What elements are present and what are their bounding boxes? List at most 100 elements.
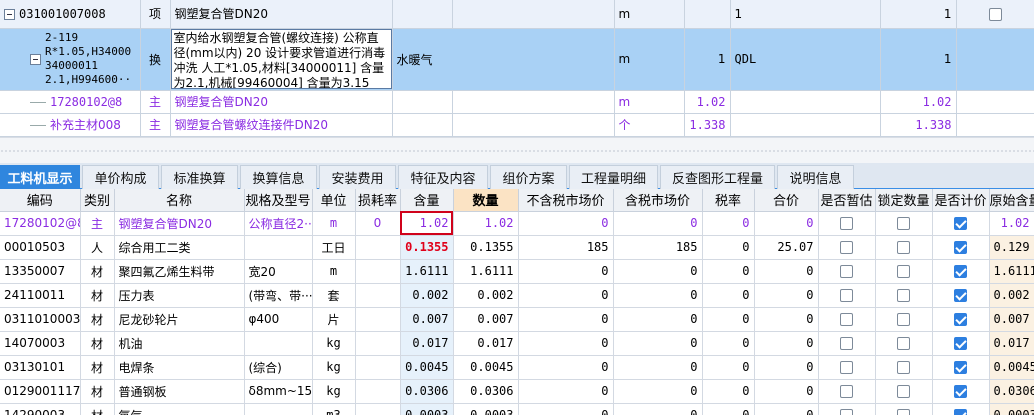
cell-total[interactable]: 0 <box>754 379 819 404</box>
cell-lock-qty[interactable] <box>875 379 933 404</box>
tab-labor-material-machine[interactable]: 工料机显示 <box>0 165 80 189</box>
cell-spec[interactable]: (综合) <box>244 355 313 380</box>
cell-priced[interactable] <box>932 355 990 380</box>
cell-code[interactable]: 13350007 <box>0 259 81 284</box>
cell-lock-qty[interactable] <box>875 259 933 284</box>
cell-code[interactable]: 24110011 <box>0 283 81 308</box>
row-name-cell[interactable]: 钢塑复合管DN20 <box>170 0 393 29</box>
cell-loss-rate[interactable] <box>355 259 401 284</box>
cell-code[interactable]: 03130101 <box>0 355 81 380</box>
col-header-content[interactable]: 含量 <box>400 189 454 212</box>
cell-unit[interactable]: m3 <box>312 403 356 415</box>
row-desc-editor-cell[interactable]: 室内给水钢塑复合管(螺纹连接) 公称直径(mm以内) 20 设计要求管道进行消毒… <box>170 28 393 91</box>
cell-total[interactable]: 0 <box>754 355 819 380</box>
cell-spec[interactable] <box>244 403 313 415</box>
cell-quantity[interactable]: 0.0306 <box>453 379 519 404</box>
cell-tax-rate[interactable]: 0 <box>702 379 755 404</box>
priced-checkbox[interactable] <box>954 217 967 230</box>
cell-priced[interactable] <box>932 235 990 260</box>
cell-provisional[interactable] <box>818 379 876 404</box>
tab-installation-fee[interactable]: 安装费用 <box>319 165 396 189</box>
cell-unit[interactable]: kg <box>312 331 356 356</box>
col-header-name[interactable]: 名称 <box>114 189 245 212</box>
cell-lock-qty[interactable] <box>875 235 933 260</box>
cell-content[interactable]: 0.007 <box>400 307 454 332</box>
cell-loss-rate[interactable]: 0 <box>355 211 401 236</box>
provisional-checkbox[interactable] <box>840 241 853 254</box>
cell-price-excl-tax[interactable]: 0 <box>518 259 614 284</box>
cell-name[interactable]: 机油 <box>114 331 245 356</box>
row-expr-cell[interactable]: QDL <box>730 28 881 91</box>
cell-unit[interactable]: 套 <box>312 283 356 308</box>
lock-qty-checkbox[interactable] <box>897 385 910 398</box>
col-header-original-content[interactable]: 原始含量 <box>989 189 1034 212</box>
row-unit-cell[interactable]: 个 <box>614 113 685 137</box>
col-header-tax-rate[interactable]: 税率 <box>702 189 755 212</box>
priced-checkbox[interactable] <box>954 337 967 350</box>
row-qty-cell[interactable]: 1.02 <box>684 90 731 114</box>
cell-quantity[interactable]: 1.6111 <box>453 259 519 284</box>
resource-row[interactable]: 14070003 材机油 kg 0.017 0.017 0 0 0 0 0.017 <box>0 331 1034 356</box>
row-unit-cell[interactable]: m <box>614 28 685 91</box>
cell-spec[interactable]: 公称直径2··· <box>244 211 313 236</box>
row-qty-cell[interactable] <box>684 0 731 29</box>
lock-qty-checkbox[interactable] <box>897 409 910 415</box>
cell-price-excl-tax[interactable]: 0 <box>518 403 614 415</box>
cell-total[interactable]: 25.07 <box>754 235 819 260</box>
row-code-cell[interactable]: 2-119 R*1.05,H34000011 34000011 2.1,H994… <box>0 28 141 91</box>
row-unit-cell[interactable]: m <box>614 0 685 29</box>
resource-row[interactable]: 24110011 材压力表 (带弯、带··· 套 0.002 0.002 0 0 0 0 0.002 <box>0 283 1034 308</box>
cell-name[interactable]: 钢塑复合管DN20 <box>114 211 245 236</box>
cell-total[interactable]: 0 <box>754 283 819 308</box>
row-unit-cell[interactable]: m <box>614 90 685 114</box>
cell-spec[interactable]: φ400 <box>244 307 313 332</box>
cell-original-content[interactable]: 0.007 <box>989 307 1034 332</box>
provisional-checkbox[interactable] <box>840 385 853 398</box>
cell-spec[interactable] <box>244 331 313 356</box>
cell-unit[interactable]: m <box>312 259 356 284</box>
cell-code[interactable]: 0129001117 <box>0 379 81 404</box>
cell-original-content[interactable]: 0.129 <box>989 235 1034 260</box>
cell-unit[interactable]: kg <box>312 379 356 404</box>
provisional-checkbox[interactable] <box>840 265 853 278</box>
cell-price-incl-tax[interactable]: 0 <box>613 307 703 332</box>
row-dept-cell[interactable] <box>452 0 615 29</box>
panel-splitter[interactable] <box>0 137 1034 163</box>
tab-unit-price-composition[interactable]: 单价构成 <box>82 165 159 189</box>
cell-code[interactable]: 17280102@8 <box>0 211 81 236</box>
cell-content[interactable]: 0.002 <box>400 283 454 308</box>
col-header-loss-rate[interactable]: 损耗率 <box>355 189 401 212</box>
row-amount-cell[interactable]: 1 <box>880 0 957 29</box>
cell-tax-rate[interactable]: 0 <box>702 211 755 236</box>
resource-row[interactable]: 14290003材氧气m30.00030.000300000.0003 <box>0 403 1034 415</box>
col-header-price-excl-tax[interactable]: 不含税市场价 <box>518 189 614 212</box>
cell-price-excl-tax[interactable]: 0 <box>518 379 614 404</box>
provisional-checkbox[interactable] <box>840 337 853 350</box>
tab-features-content[interactable]: 特征及内容 <box>398 165 488 189</box>
cell-provisional[interactable] <box>818 307 876 332</box>
priced-checkbox[interactable] <box>954 409 967 415</box>
row-name-cell[interactable]: 钢塑复合管DN20 <box>170 90 393 114</box>
cell-spec[interactable]: (带弯、带··· <box>244 283 313 308</box>
lock-qty-checkbox[interactable] <box>897 241 910 254</box>
tab-reverse-graphic-quantity[interactable]: 反查图形工程量 <box>660 165 775 189</box>
cell-total[interactable]: 0 <box>754 307 819 332</box>
row-name-cell[interactable]: 钢塑复合管螺纹连接件DN20 <box>170 113 393 137</box>
cell-provisional[interactable] <box>818 259 876 284</box>
cell-name[interactable]: 尼龙砂轮片 <box>114 307 245 332</box>
cell-loss-rate[interactable] <box>355 331 401 356</box>
cell-price-excl-tax[interactable]: 0 <box>518 355 614 380</box>
cell-total[interactable]: 0 <box>754 259 819 284</box>
row-code-cell[interactable]: 补充主材008 <box>0 113 141 137</box>
cell-lock-qty[interactable] <box>875 331 933 356</box>
cell-loss-rate[interactable] <box>355 235 401 260</box>
cell-quantity[interactable]: 0.007 <box>453 307 519 332</box>
cell-spec[interactable]: δ8mm~15mm <box>244 379 313 404</box>
lock-qty-checkbox[interactable] <box>897 289 910 302</box>
resource-row[interactable]: 00010503 人综合用工二类 工日 0.1355 0.1355 185 185 0 25.0… <box>0 235 1034 260</box>
cell-name[interactable]: 聚四氟乙烯生料带 <box>114 259 245 284</box>
cell-lock-qty[interactable] <box>875 283 933 308</box>
priced-checkbox[interactable] <box>954 361 967 374</box>
row-qty-cell[interactable]: 1.338 <box>684 113 731 137</box>
priced-checkbox[interactable] <box>954 313 967 326</box>
